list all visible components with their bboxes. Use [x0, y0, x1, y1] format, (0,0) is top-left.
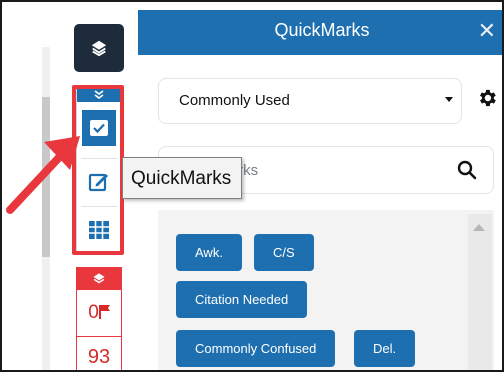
quickmark-button[interactable]: Awk.	[176, 234, 242, 271]
chevron-down-icon	[445, 97, 453, 102]
layers-button[interactable]	[74, 24, 124, 72]
quickmark-button[interactable]: Citation Needed	[176, 281, 308, 318]
tooltip-text: QuickMarks	[131, 168, 232, 189]
gear-icon[interactable]	[476, 87, 498, 109]
panel-title: QuickMarks	[274, 20, 370, 40]
flag-icon	[98, 305, 110, 319]
quickmark-button[interactable]: Del.	[354, 330, 416, 367]
quickmark-button[interactable]: Commonly Confused	[176, 330, 336, 367]
grading-group: 0 93	[76, 267, 122, 370]
screenshot-frame: 0 93 QuickMarks ✕ Commonly Used QuickMar…	[0, 0, 504, 372]
flag-count[interactable]: 0	[77, 302, 121, 324]
grading-divider	[77, 336, 121, 337]
layers-icon	[91, 40, 107, 57]
flag-count-value: 0	[88, 302, 99, 323]
panel-header: QuickMarks ✕	[138, 10, 502, 55]
quickmark-button[interactable]: C/S	[254, 234, 314, 271]
layers-icon	[93, 273, 105, 284]
grading-group-header[interactable]	[77, 268, 121, 290]
score-value[interactable]: 93	[77, 346, 121, 369]
quickmark-set-value: Commonly Used	[179, 92, 290, 109]
callout-arrow-icon	[6, 136, 80, 214]
tooltip: QuickMarks	[122, 157, 242, 199]
close-icon[interactable]: ✕	[478, 18, 496, 44]
quickmark-set-select[interactable]: Commonly Used	[158, 78, 462, 124]
search-icon[interactable]	[457, 160, 477, 180]
scroll-up-icon[interactable]	[473, 224, 485, 231]
list-scrollbar[interactable]	[468, 214, 492, 370]
